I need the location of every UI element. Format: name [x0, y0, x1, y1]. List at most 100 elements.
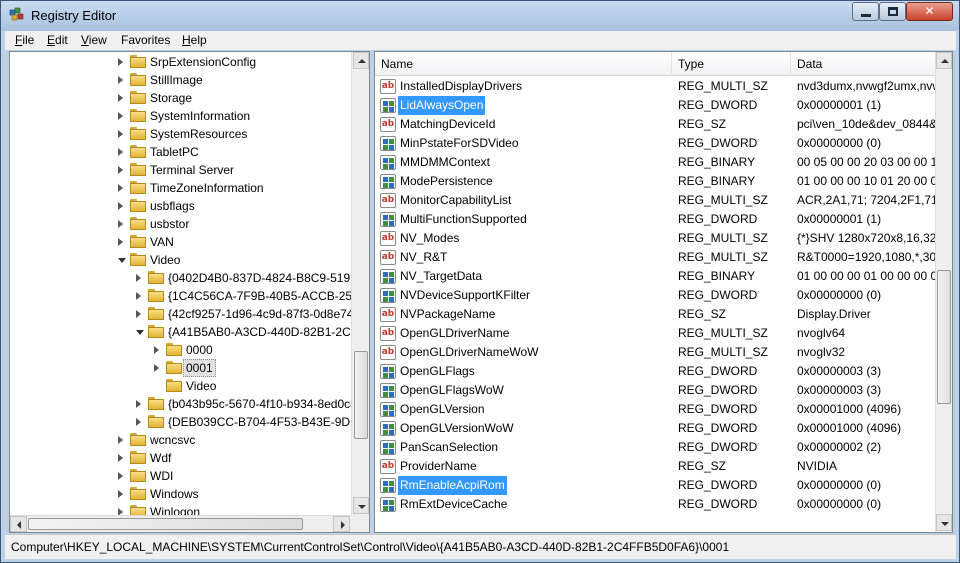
value-row[interactable]: ab InstalledDisplayDrivers REG_MULTI_SZ nvd…: [375, 77, 935, 96]
expand-icon[interactable]: [118, 454, 123, 462]
value-row[interactable]: OpenGLVersion REG_DWORD 0x00001000 (4096): [375, 400, 935, 419]
expand-icon[interactable]: [118, 490, 123, 498]
tree-item[interactable]: WDI: [10, 467, 350, 485]
value-row[interactable]: ab NV_R&T REG_MULTI_SZ R&T0000=1920,1080,*,…: [375, 248, 935, 267]
values-scroll-thumb[interactable]: [937, 270, 951, 404]
tree-item[interactable]: {42cf9257-1d96-4c9d-87f3-0d8e745: [10, 305, 360, 323]
tree-scroll-thumb[interactable]: [354, 351, 368, 439]
value-row[interactable]: NVDeviceSupportKFilter REG_DWORD 0x0000000…: [375, 286, 935, 305]
expand-icon[interactable]: [136, 274, 141, 282]
expand-icon[interactable]: [118, 220, 123, 228]
expand-icon[interactable]: [136, 400, 141, 408]
value-row[interactable]: NV_TargetData REG_BINARY 01 00 00 00 01 00…: [375, 267, 935, 286]
column-header-name[interactable]: Name: [375, 52, 672, 76]
minimize-button[interactable]: [852, 2, 879, 21]
menu-edit[interactable]: Edit: [47, 33, 68, 47]
tree-hscroll-thumb[interactable]: [28, 518, 303, 530]
menu-favorites[interactable]: Favorites: [121, 33, 170, 47]
expand-icon[interactable]: [118, 130, 123, 138]
expand-icon[interactable]: [118, 202, 123, 210]
menu-file[interactable]: File: [15, 33, 34, 47]
expand-icon[interactable]: [118, 58, 123, 66]
expand-icon[interactable]: [118, 184, 123, 192]
tree-item[interactable]: Wdf: [10, 449, 350, 467]
value-row[interactable]: ab OpenGLDriverName REG_MULTI_SZ nvoglv64: [375, 324, 935, 343]
value-row[interactable]: ModePersistence REG_BINARY 01 00 00 00 10 …: [375, 172, 935, 191]
value-row[interactable]: MinPstateForSDVideo REG_DWORD 0x00000000 (…: [375, 134, 935, 153]
value-row[interactable]: RmExtDeviceCache REG_DWORD 0x00000000 (0): [375, 495, 935, 514]
menu-view[interactable]: View: [81, 33, 107, 47]
tree-item[interactable]: Storage: [10, 89, 350, 107]
tree-scroll-left-button[interactable]: [10, 516, 27, 532]
tree-item[interactable]: {1C4C56CA-7F9B-40B5-ACCB-25B7: [10, 287, 367, 305]
value-row[interactable]: OpenGLFlagsWoW REG_DWORD 0x00000003 (3): [375, 381, 935, 400]
tree-scroll-right-button[interactable]: [333, 516, 350, 532]
tree-vertical-scrollbar[interactable]: [351, 52, 369, 515]
expand-icon[interactable]: [154, 346, 159, 354]
expand-icon[interactable]: [136, 292, 141, 300]
collapse-icon[interactable]: [118, 258, 126, 263]
tree-item[interactable]: Video: [10, 377, 350, 395]
expand-icon[interactable]: [136, 418, 141, 426]
values-list[interactable]: Name Type Data ab InstalledDisplayDrivers…: [374, 51, 953, 533]
tree-scroll-up-button[interactable]: [353, 52, 369, 69]
column-header-data[interactable]: Data: [791, 52, 935, 76]
value-row[interactable]: MMDMMContext REG_BINARY 00 05 00 00 20 03 …: [375, 153, 935, 172]
value-row[interactable]: ab OpenGLDriverNameWoW REG_MULTI_SZ nvoglv3…: [375, 343, 935, 362]
menu-help[interactable]: Help: [182, 33, 207, 47]
value-row[interactable]: MultiFunctionSupported REG_DWORD 0x0000000…: [375, 210, 935, 229]
tree-item[interactable]: Video: [10, 251, 350, 269]
values-scroll-up-button[interactable]: [936, 52, 952, 69]
column-header-type[interactable]: Type: [672, 52, 791, 76]
expand-icon[interactable]: [118, 166, 123, 174]
tree-item[interactable]: SystemResources: [10, 125, 350, 143]
expand-icon[interactable]: [118, 76, 123, 84]
values-vertical-scrollbar[interactable]: [935, 52, 952, 532]
expand-icon[interactable]: [136, 310, 141, 318]
value-row[interactable]: ab MatchingDeviceId REG_SZ pci\ven_10de&dev…: [375, 115, 935, 134]
tree-item[interactable]: {A41B5AB0-A3CD-440D-82B1-2C4F: [10, 323, 365, 341]
close-button[interactable]: ✕: [906, 2, 953, 21]
value-data: nvoglv64: [797, 326, 846, 340]
value-row[interactable]: OpenGLFlags REG_DWORD 0x00000003 (3): [375, 362, 935, 381]
tree-item[interactable]: wcncsvc: [10, 431, 350, 449]
tree-item[interactable]: 0001: [10, 359, 350, 377]
tree-item[interactable]: SystemInformation: [10, 107, 350, 125]
value-row[interactable]: ab NVPackageName REG_SZ Display.Driver: [375, 305, 935, 324]
tree-item[interactable]: SrpExtensionConfig: [10, 53, 350, 71]
tree-item[interactable]: {0402D4B0-837D-4824-B8C9-5191C: [10, 269, 365, 287]
tree-item[interactable]: TimeZoneInformation: [10, 179, 350, 197]
values-scroll-down-button[interactable]: [936, 514, 952, 531]
title-bar[interactable]: Registry Editor ✕: [1, 1, 959, 31]
maximize-button[interactable]: [879, 2, 906, 21]
tree-item[interactable]: {b043b95c-5670-4f10-b934-8ed0c8: [10, 395, 357, 413]
value-row[interactable]: OpenGLVersionWoW REG_DWORD 0x00001000 (409…: [375, 419, 935, 438]
collapse-icon[interactable]: [136, 330, 144, 335]
tree-scroll-down-button[interactable]: [353, 497, 369, 514]
value-row[interactable]: ab MonitorCapabilityList REG_MULTI_SZ ACR,2…: [375, 191, 935, 210]
tree-item[interactable]: TabletPC: [10, 143, 350, 161]
value-row[interactable]: LidAlwaysOpen REG_DWORD 0x00000001 (1): [375, 96, 935, 115]
value-row[interactable]: PanScanSelection REG_DWORD 0x00000002 (2): [375, 438, 935, 457]
tree-item[interactable]: usbstor: [10, 215, 350, 233]
expand-icon[interactable]: [154, 364, 159, 372]
key-tree[interactable]: SrpExtensionConfig StillImage Storage Syste…: [9, 51, 370, 533]
value-row[interactable]: ab ProviderName REG_SZ NVIDIA: [375, 457, 935, 476]
expand-icon[interactable]: [118, 94, 123, 102]
tree-item[interactable]: Terminal Server: [10, 161, 350, 179]
value-row[interactable]: ab NV_Modes REG_MULTI_SZ {*}SHV 1280x720x8,…: [375, 229, 935, 248]
tree-item[interactable]: usbflags: [10, 197, 350, 215]
expand-icon[interactable]: [118, 148, 123, 156]
value-row[interactable]: RmEnableAcpiRom REG_DWORD 0x00000000 (0): [375, 476, 935, 495]
tree-item[interactable]: 0000: [10, 341, 350, 359]
tree-item[interactable]: Windows: [10, 485, 350, 503]
expand-icon[interactable]: [118, 436, 123, 444]
value-name: OpenGLDriverName: [400, 326, 510, 340]
tree-item[interactable]: VAN: [10, 233, 350, 251]
expand-icon[interactable]: [118, 472, 123, 480]
tree-horizontal-scrollbar[interactable]: [10, 515, 351, 532]
tree-item[interactable]: StillImage: [10, 71, 350, 89]
expand-icon[interactable]: [118, 112, 123, 120]
expand-icon[interactable]: [118, 238, 123, 246]
tree-item[interactable]: {DEB039CC-B704-4F53-B43E-9DD4: [10, 413, 365, 431]
